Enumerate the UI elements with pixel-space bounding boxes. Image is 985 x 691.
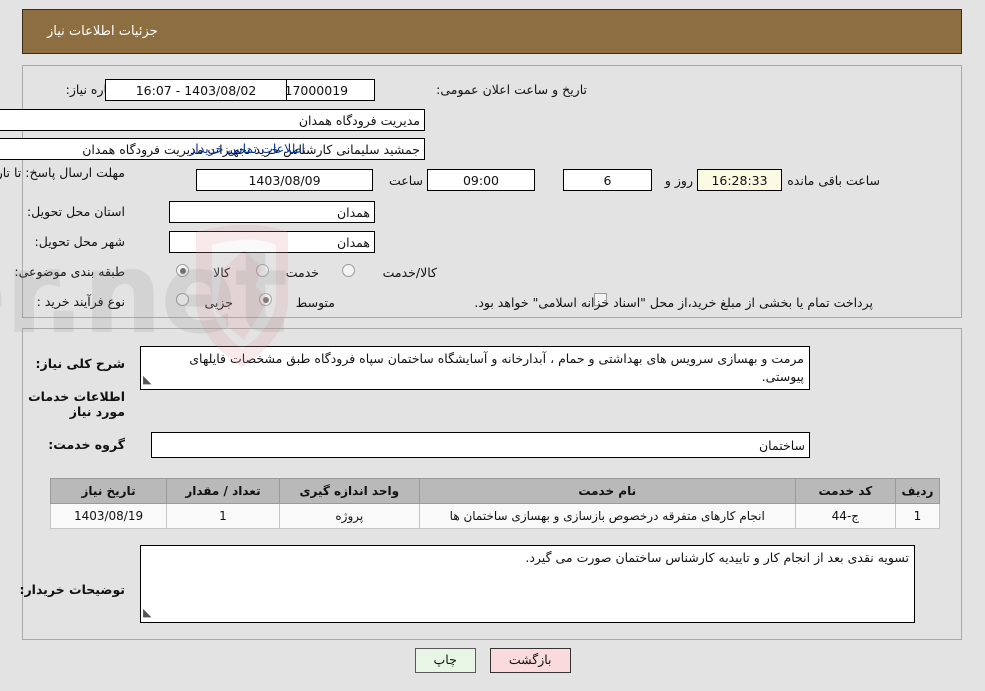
table-header-row: ردیف کد خدمت نام خدمت واحد اندازه گیری ت… — [49, 478, 941, 504]
countdown-timer: 16:28:33 — [697, 169, 782, 191]
footer-button-row: چاپ بازگشت — [0, 648, 985, 673]
deadline-time-value: 09:00 — [427, 169, 535, 191]
city-label: شهر محل تحویل: — [34, 234, 125, 249]
treasury-checkbox-label: پرداخت تمام یا بخشی از مبلغ خرید،از محل … — [474, 295, 873, 310]
services-section-heading: اطلاعات خدمات مورد نیاز — [28, 389, 125, 419]
general-description-label: شرح کلی نیاز: — [35, 356, 125, 371]
general-description-textarea[interactable]: مرمت و بهسازی سرویس های بهداشتی و حمام ،… — [140, 346, 810, 390]
process-radio-motevasset[interactable] — [259, 293, 272, 306]
col-unit: واحد اندازه گیری — [278, 478, 420, 504]
province-value: همدان — [169, 201, 375, 223]
announce-datetime-value: 1403/08/02 - 16:07 — [105, 79, 287, 101]
col-quantity: تعداد / مقدار — [166, 478, 280, 504]
general-description-value: مرمت و بهسازی سرویس های بهداشتی و حمام ،… — [189, 351, 804, 384]
cell-unit: پروژه — [278, 503, 420, 529]
process-option-label-1: متوسط — [295, 295, 335, 310]
col-date: تاریخ نیاز — [49, 478, 168, 504]
need-details-page: ArtaTender.net جزئیات اطلاعات نیاز شماره… — [0, 0, 985, 691]
process-option-label-0: جزیی — [204, 295, 233, 310]
category-option-label-0: کالا — [213, 265, 230, 280]
buyer-notes-value: تسویه نقدی بعد از انجام کار و تاییدیه کا… — [525, 550, 909, 565]
city-value: همدان — [169, 231, 375, 253]
category-radio-khedmat[interactable] — [256, 264, 269, 277]
window-titlebar: جزئیات اطلاعات نیاز — [22, 9, 962, 54]
remaining-label: ساعت باقی مانده — [787, 173, 880, 188]
process-label: نوع فرآیند خرید : — [36, 294, 125, 309]
page-title: جزئیات اطلاعات نیاز — [47, 24, 158, 39]
cell-date: 1403/08/19 — [49, 503, 168, 529]
deadline-hour-label: ساعت — [388, 173, 423, 188]
table-row[interactable]: 1 ج-44 انجام کارهای متفرقه درخصوص بازساز… — [49, 503, 941, 529]
buyer-contact-link[interactable]: اطلاعات تماس خریدار — [185, 141, 305, 156]
category-radio-kala[interactable] — [176, 264, 189, 277]
days-remaining-value: 6 — [563, 169, 652, 191]
buyer-org-value: مدیریت فرودگاه همدان — [0, 109, 425, 131]
back-button[interactable]: بازگشت — [489, 648, 571, 673]
cell-row: 1 — [894, 503, 941, 529]
need-info-panel — [22, 65, 962, 318]
cell-quantity: 1 — [166, 503, 280, 529]
cell-name: انجام کارهای متفرقه درخصوص بازسازی و بهس… — [418, 503, 796, 529]
buyer-notes-label: توضیحات خریدار: — [19, 582, 125, 597]
days-label: روز و — [664, 173, 693, 188]
category-option-label-2: کالا/خدمت — [382, 265, 437, 280]
cell-code: ج-44 — [794, 503, 896, 529]
category-label: طبقه بندی موضوعی: — [14, 264, 125, 279]
announce-datetime-label: تاریخ و ساعت اعلان عمومی: — [436, 82, 587, 97]
resize-grip-icon-2: ◢ — [143, 606, 152, 619]
deadline-label: مهلت ارسال پاسخ: تا تاریخ: — [0, 165, 125, 180]
deadline-date-value: 1403/08/09 — [196, 169, 373, 191]
col-name: نام خدمت — [418, 478, 796, 504]
resize-grip-icon: ◢ — [143, 373, 152, 386]
buyer-notes-textarea[interactable]: تسویه نقدی بعد از انجام کار و تاییدیه کا… — [140, 545, 915, 623]
col-code: کد خدمت — [794, 478, 896, 504]
col-row: ردیف — [894, 478, 941, 504]
service-group-value: ساختمان — [151, 432, 810, 458]
process-radio-jozei[interactable] — [176, 293, 189, 306]
category-option-label-1: خدمت — [285, 265, 319, 280]
service-group-label: گروه خدمت: — [48, 437, 125, 452]
province-label: استان محل تحویل: — [26, 204, 125, 219]
category-radio-kala-khedmat[interactable] — [342, 264, 355, 277]
services-table: ردیف کد خدمت نام خدمت واحد اندازه گیری ت… — [49, 478, 941, 529]
print-button[interactable]: چاپ — [414, 648, 476, 673]
